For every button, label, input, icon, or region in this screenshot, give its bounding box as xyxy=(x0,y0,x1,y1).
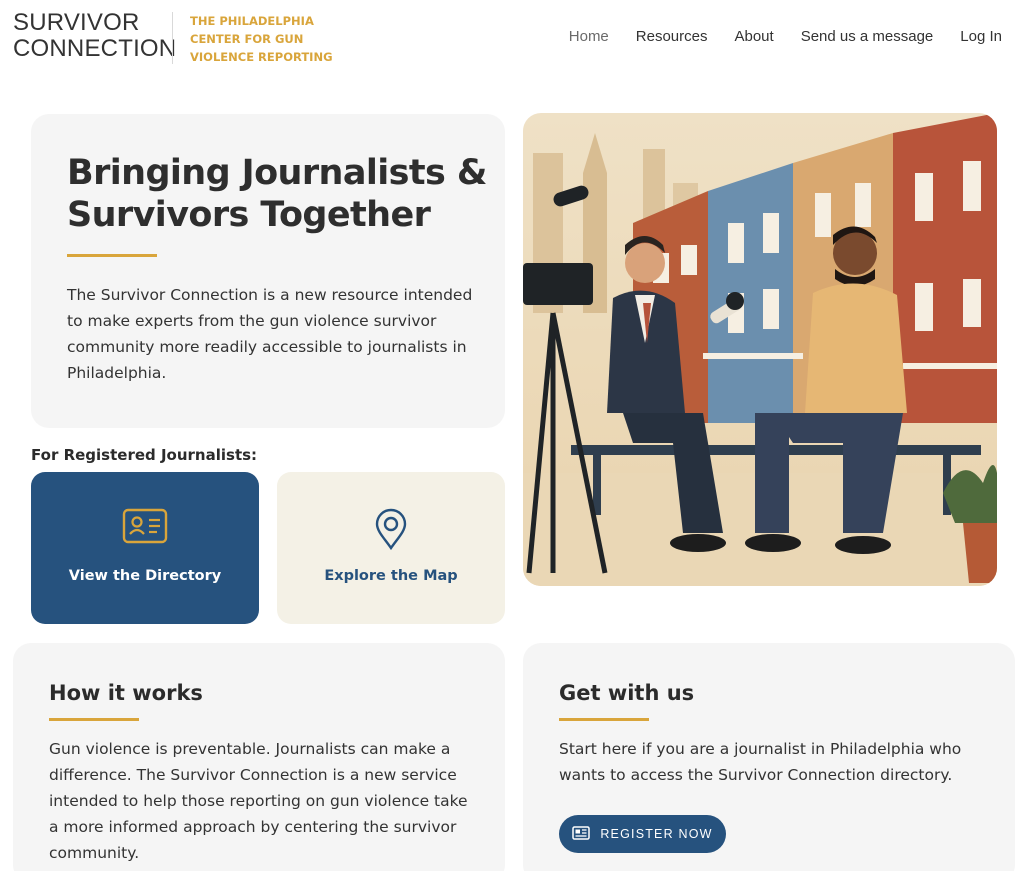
hero-divider xyxy=(67,254,157,257)
register-now-label: REGISTER NOW xyxy=(600,827,713,841)
nav-resources[interactable]: Resources xyxy=(636,28,708,45)
how-it-works-card: How it works Gun violence is preventable… xyxy=(13,643,505,871)
logo-line-1: SURVIVOR xyxy=(13,9,140,36)
get-with-us-divider xyxy=(559,718,649,721)
site-logo[interactable]: SURVIVOR CONNECTION xyxy=(13,10,176,62)
map-pin-icon xyxy=(374,508,408,554)
how-it-works-title: How it works xyxy=(49,681,203,705)
hero-description: The Survivor Connection is a new resourc… xyxy=(67,286,473,382)
view-directory-label: View the Directory xyxy=(68,568,222,584)
hero-card: Bringing Journalists & Survivors Togethe… xyxy=(31,114,505,428)
get-with-us-card: Get with us Start here if you are a jour… xyxy=(523,643,1015,871)
hero-title: Bringing Journalists & Survivors Togethe… xyxy=(67,153,487,235)
hero-illustration xyxy=(523,113,997,586)
get-with-us-body: Start here if you are a journalist in Ph… xyxy=(559,740,962,784)
how-it-works-divider xyxy=(49,718,139,721)
nav-home[interactable]: Home xyxy=(569,28,609,45)
nav-about[interactable]: About xyxy=(734,28,773,45)
explore-map-button[interactable]: Explore the Map xyxy=(277,472,505,624)
org-line-3: VIOLENCE REPORTING xyxy=(190,50,333,64)
register-now-button[interactable]: REGISTER NOW xyxy=(559,815,726,853)
explore-map-label: Explore the Map xyxy=(324,568,458,584)
newspaper-icon xyxy=(572,825,591,843)
view-directory-button[interactable]: View the Directory xyxy=(31,472,259,624)
org-line-2: CENTER FOR GUN xyxy=(190,32,304,46)
registered-journalists-label: For Registered Journalists: xyxy=(31,446,258,464)
get-with-us-title: Get with us xyxy=(559,681,695,705)
nav-send-message[interactable]: Send us a message xyxy=(801,28,934,45)
logo-divider xyxy=(172,12,173,64)
id-card-icon xyxy=(122,508,168,548)
org-name[interactable]: THE PHILADELPHIA CENTER FOR GUN VIOLENCE… xyxy=(190,12,333,66)
main-nav: Home Resources About Send us a message L… xyxy=(569,28,1002,45)
how-it-works-body: Gun violence is preventable. Journalists… xyxy=(49,740,468,862)
nav-log-in[interactable]: Log In xyxy=(960,28,1002,45)
logo-line-2: CONNECTION xyxy=(13,35,177,62)
site-header: SURVIVOR CONNECTION THE PHILADELPHIA CEN… xyxy=(0,0,1024,80)
org-line-1: THE PHILADELPHIA xyxy=(190,14,314,28)
